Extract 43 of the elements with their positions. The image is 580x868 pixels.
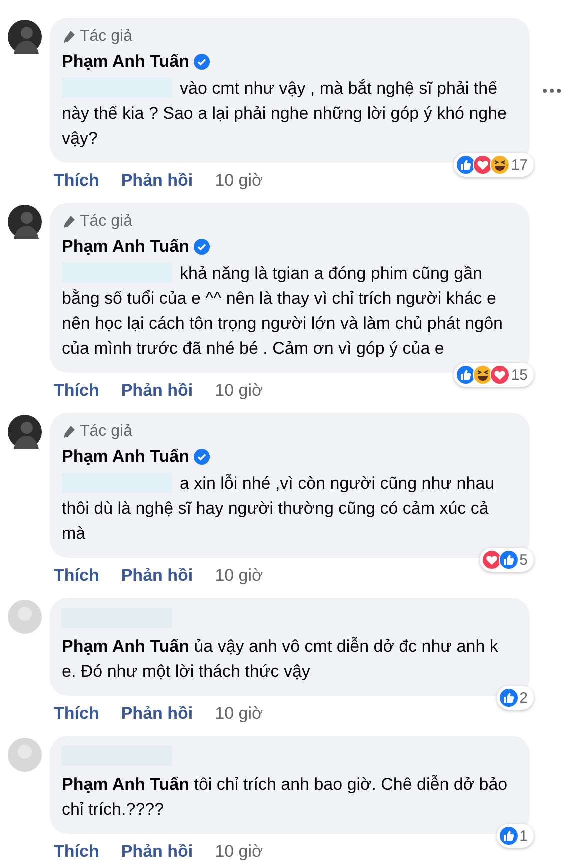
reaction-count: 1 — [520, 828, 528, 844]
reply-link[interactable]: Phản hồi — [121, 171, 194, 191]
more-icon[interactable] — [542, 88, 562, 94]
verified-icon — [194, 54, 210, 70]
avatar[interactable] — [8, 415, 42, 449]
like-link[interactable]: Thích — [54, 566, 100, 586]
verified-icon — [194, 449, 210, 465]
author-label: Tác giả — [80, 28, 132, 46]
avatar[interactable] — [8, 20, 42, 54]
avatar[interactable] — [8, 205, 42, 239]
commenter-name[interactable]: Phạm Anh Tuấn — [62, 237, 190, 257]
reply-link[interactable]: Phản hồi — [121, 566, 194, 586]
author-label: Tác giả — [80, 423, 132, 441]
comment-text: Phạm Anh Tuấn tôi chỉ trích anh bao giờ. Chê diễn dở bảo chỉ trích.???? — [62, 775, 508, 819]
pen-icon — [62, 30, 76, 44]
comment-time: 10 giờ — [215, 381, 264, 401]
reaction-count: 5 — [520, 552, 528, 568]
like-link[interactable]: Thích — [54, 171, 100, 191]
commenter-name[interactable]: Phạm Anh Tuấn — [62, 447, 190, 467]
reaction-summary[interactable]: 2 — [496, 686, 534, 710]
like-link[interactable]: Thích — [54, 842, 100, 862]
like-link[interactable]: Thích — [54, 381, 100, 401]
reaction-summary[interactable]: 15 — [454, 363, 534, 387]
comment-time: 10 giờ — [215, 704, 264, 724]
comment-time: 10 giờ — [215, 171, 264, 191]
reaction-summary[interactable]: 5 — [480, 548, 534, 572]
pen-icon — [62, 425, 76, 439]
reaction-summary[interactable]: 17 — [454, 153, 534, 177]
verified-icon — [194, 239, 210, 255]
pen-icon — [62, 215, 76, 229]
commenter-name[interactable]: Phạm Anh Tuấn — [62, 52, 190, 72]
comment-text: Phạm Anh Tuấn ủa vậy anh vô cmt diễn dở đc như anh k e. Đó như một lời thách thức vậy — [62, 637, 498, 681]
author-label: Tác giả — [80, 213, 132, 231]
comment-time: 10 giờ — [215, 566, 264, 586]
reply-link[interactable]: Phản hồi — [121, 381, 194, 401]
reaction-count: 15 — [511, 366, 528, 384]
reaction-count: 17 — [511, 156, 528, 174]
reply-link[interactable]: Phản hồi — [121, 842, 194, 862]
reaction-summary[interactable]: 1 — [496, 824, 534, 848]
reaction-count: 2 — [520, 690, 528, 706]
like-link[interactable]: Thích — [54, 704, 100, 724]
reply-link[interactable]: Phản hồi — [121, 704, 194, 724]
comment-time: 10 giờ — [215, 842, 264, 862]
